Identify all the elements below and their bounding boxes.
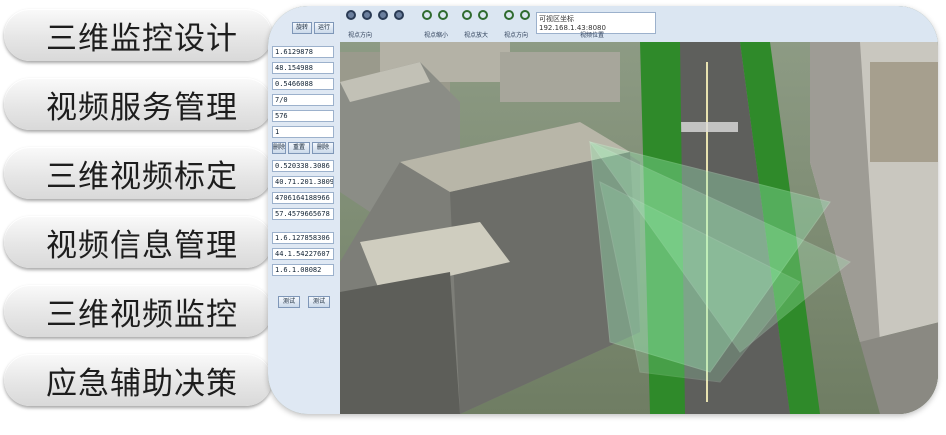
delete-button[interactable]: 删除 bbox=[272, 142, 286, 154]
toolbar-group-label: 视点方向 bbox=[504, 32, 529, 39]
viewer-toolbar: 视点方向 视点缩小 视点放大 视点方向 可视区坐标 192.168.1.43:8… bbox=[340, 6, 938, 43]
toolbar-group-label: 视点方向 bbox=[348, 32, 373, 39]
camera-field-2[interactable]: 40.71.201.38090 bbox=[272, 176, 334, 188]
zoom-icon[interactable] bbox=[504, 10, 514, 20]
lower-field-1[interactable]: 1.6.127858306 bbox=[272, 232, 334, 244]
toolbar-group-label: 视点放大 bbox=[464, 32, 489, 39]
menu-item-video-service-management[interactable]: 视频服务管理 bbox=[4, 78, 272, 130]
view-direction-icon[interactable] bbox=[394, 10, 404, 20]
zoom-in-icon[interactable] bbox=[462, 10, 472, 20]
param-field-1[interactable]: 1.6129878 bbox=[272, 46, 334, 58]
crosswalk bbox=[678, 122, 738, 132]
remove-button[interactable]: 删除 bbox=[312, 142, 334, 154]
zoom-in-icon[interactable] bbox=[478, 10, 488, 20]
zoom-out-icon[interactable] bbox=[438, 10, 448, 20]
menu-item-emergency-decision-support[interactable]: 应急辅助决策 bbox=[4, 354, 272, 406]
coordinate-title: 可视区坐标 bbox=[539, 15, 574, 23]
rotate-button[interactable]: 旋转 bbox=[292, 22, 312, 34]
param-select[interactable]: 1 bbox=[272, 126, 334, 138]
menu-item-video-info-management[interactable]: 视频信息管理 bbox=[4, 216, 272, 268]
3d-city-scene[interactable] bbox=[340, 42, 938, 414]
building-facade bbox=[340, 272, 460, 414]
camera-field-3[interactable]: 4706164188966 bbox=[272, 192, 334, 204]
view-direction-icon[interactable] bbox=[362, 10, 372, 20]
menu-item-3d-video-monitoring[interactable]: 三维视频监控 bbox=[4, 285, 272, 337]
param-field-3[interactable]: 0.5466088 bbox=[272, 78, 334, 90]
run-button[interactable]: 运行 bbox=[314, 22, 334, 34]
camera-field-1[interactable]: 0.520338.3086 bbox=[272, 160, 334, 172]
param-field-5[interactable]: 576 bbox=[272, 110, 334, 122]
zoom-icon[interactable] bbox=[520, 10, 530, 20]
side-menu: 三维监控设计 视频服务管理 三维视频标定 视频信息管理 三维视频监控 应急辅助决… bbox=[0, 0, 300, 435]
menu-item-label: 视频服务管理 bbox=[46, 89, 238, 126]
reset-button[interactable]: 重置 bbox=[288, 142, 310, 154]
camera-field-4[interactable]: 57.4579665678 bbox=[272, 208, 334, 220]
view-direction-icon[interactable] bbox=[346, 10, 356, 20]
menu-item-label: 三维视频监控 bbox=[46, 296, 238, 333]
lower-field-2[interactable]: 44.1.54227607 bbox=[272, 248, 334, 260]
building-roof bbox=[870, 62, 938, 162]
menu-item-label: 三维监控设计 bbox=[46, 20, 238, 57]
test-button-2[interactable]: 测试 bbox=[308, 296, 330, 308]
view-direction-icon[interactable] bbox=[378, 10, 388, 20]
menu-item-label: 三维视频标定 bbox=[46, 158, 238, 195]
menu-item-3d-video-calibration[interactable]: 三维视频标定 bbox=[4, 147, 272, 199]
parameter-panel: 旋转 运行 1.6129878 48.154988 0.5466088 7/0 … bbox=[268, 6, 341, 414]
toolbar-group-label: 视频位置 bbox=[580, 32, 605, 39]
toolbar-group-label: 视点缩小 bbox=[424, 32, 449, 39]
menu-item-label: 视频信息管理 bbox=[46, 227, 238, 264]
zoom-out-icon[interactable] bbox=[422, 10, 432, 20]
param-field-4[interactable]: 7/0 bbox=[272, 94, 334, 106]
menu-item-label: 应急辅助决策 bbox=[46, 365, 238, 402]
test-button-1[interactable]: 测试 bbox=[278, 296, 300, 308]
building-roof bbox=[500, 52, 620, 102]
menu-item-3d-monitor-design[interactable]: 三维监控设计 bbox=[4, 9, 272, 61]
param-field-2[interactable]: 48.154988 bbox=[272, 62, 334, 74]
app-screenshot: 旋转 运行 1.6129878 48.154988 0.5466088 7/0 … bbox=[268, 6, 938, 414]
lower-field-3[interactable]: 1.6.1.08082 bbox=[272, 264, 334, 276]
